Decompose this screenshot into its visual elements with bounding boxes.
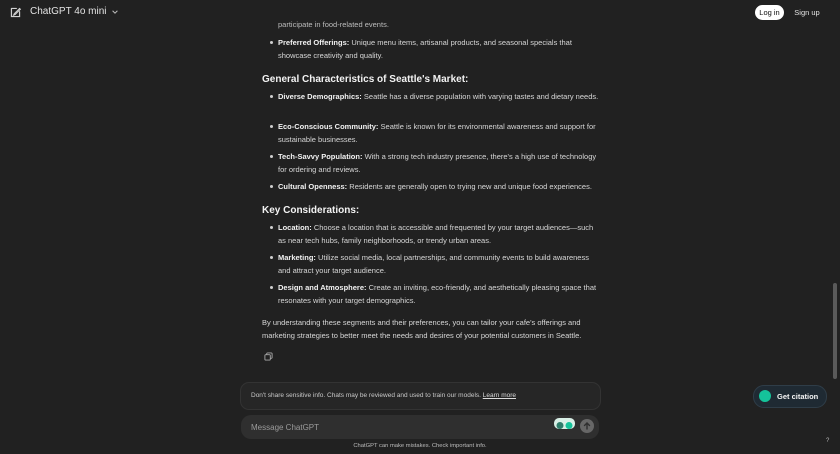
bullet-dot bbox=[270, 286, 273, 289]
item-text: Utilize social media, local partnerships… bbox=[278, 253, 589, 275]
item-text: Choose a location that is accessible and… bbox=[278, 223, 594, 245]
privacy-disclaimer: Don't share sensitive info. Chats may be… bbox=[240, 382, 601, 410]
bullet-dot bbox=[270, 95, 273, 98]
item-label: Marketing: bbox=[278, 253, 316, 262]
bullet-dot bbox=[270, 155, 273, 158]
top-bar: ChatGPT 4o mini Log in Sign up bbox=[0, 0, 840, 26]
list-item: Cultural Openness: Residents are general… bbox=[278, 180, 600, 193]
section-heading-general: General Characteristics of Seattle's Mar… bbox=[262, 74, 469, 85]
copy-icon[interactable] bbox=[264, 352, 273, 361]
model-selector[interactable]: ChatGPT 4o mini bbox=[30, 6, 119, 17]
item-label: Location: bbox=[278, 223, 312, 232]
citation-label: Get citation bbox=[777, 392, 819, 401]
login-button[interactable]: Log in bbox=[755, 5, 784, 20]
item-label: Eco-Conscious Community: bbox=[278, 122, 379, 131]
bullet-dot bbox=[270, 41, 273, 44]
signup-button[interactable]: Sign up bbox=[791, 5, 823, 20]
grammarly-icon bbox=[556, 422, 573, 429]
grammarly-widget[interactable] bbox=[554, 418, 575, 429]
get-citation-button[interactable]: Get citation bbox=[753, 385, 827, 408]
model-name-label: ChatGPT 4o mini bbox=[30, 6, 107, 17]
section-heading-key: Key Considerations: bbox=[262, 205, 360, 216]
chevron-down-icon bbox=[111, 9, 118, 14]
item-label: Cultural Openness: bbox=[278, 182, 348, 191]
scrollbar-thumb[interactable] bbox=[833, 283, 837, 379]
item-label: Tech-Savvy Population: bbox=[278, 152, 363, 161]
item-text: Residents are generally open to trying n… bbox=[349, 182, 592, 191]
list-item: Location: Choose a location that is acce… bbox=[278, 221, 600, 247]
list-item: Diverse Demographics: Seattle has a dive… bbox=[278, 90, 600, 103]
bullet-dot bbox=[270, 125, 273, 128]
list-item: Preferred Offerings: Unique menu items, … bbox=[278, 36, 600, 62]
disclaimer-text: Don't share sensitive info. Chats may be… bbox=[251, 392, 481, 399]
new-chat-icon[interactable] bbox=[9, 6, 22, 19]
item-label: Design and Atmosphere: bbox=[278, 283, 367, 292]
item-text: Seattle has a diverse population with va… bbox=[363, 92, 599, 101]
grammarly-logo-icon bbox=[759, 390, 771, 402]
message-input[interactable] bbox=[251, 420, 531, 434]
partial-text-line: participate in food-related events. bbox=[278, 20, 389, 29]
help-icon[interactable]: ? bbox=[826, 438, 829, 444]
list-item: Tech-Savvy Population: With a strong tec… bbox=[278, 150, 600, 176]
item-label: Diverse Demographics: bbox=[278, 92, 362, 101]
bullet-dot bbox=[270, 256, 273, 259]
list-item: Marketing: Utilize social media, local p… bbox=[278, 251, 600, 277]
send-button[interactable] bbox=[580, 419, 594, 433]
list-item: Design and Atmosphere: Create an invitin… bbox=[278, 281, 600, 307]
closing-paragraph: By understanding these segments and thei… bbox=[262, 318, 582, 340]
list-item: Eco-Conscious Community: Seattle is know… bbox=[278, 120, 600, 146]
footer-disclaimer: ChatGPT can make mistakes. Check importa… bbox=[353, 443, 487, 449]
message-composer bbox=[241, 415, 599, 439]
arrow-up-icon bbox=[583, 422, 591, 430]
bullet-dot bbox=[270, 185, 273, 188]
item-label: Preferred Offerings: bbox=[278, 38, 350, 47]
bullet-dot bbox=[270, 226, 273, 229]
learn-more-link[interactable]: Learn more bbox=[483, 392, 516, 399]
